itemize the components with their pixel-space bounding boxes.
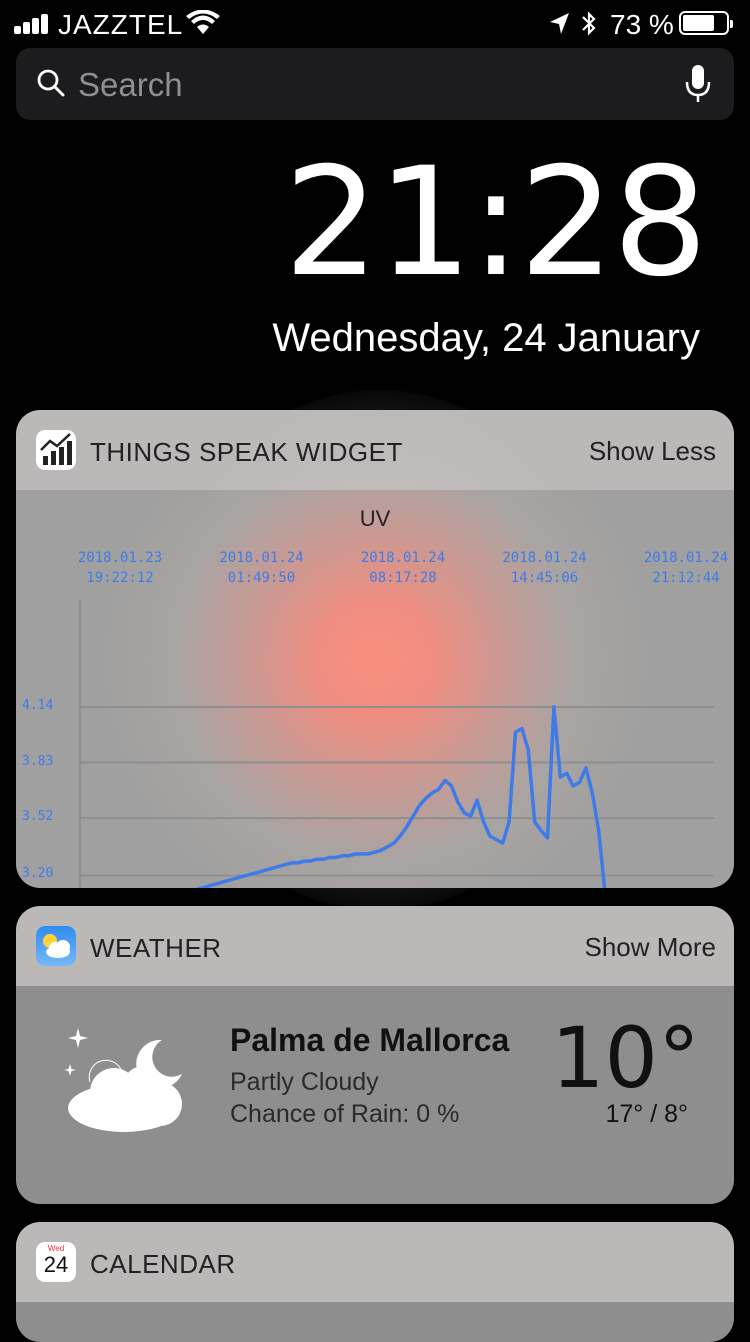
chart-app-icon [36,430,76,470]
battery-icon [679,11,733,35]
weather-widget: WEATHER Show More Palma de Mallorca Part… [16,906,734,1204]
weather-body[interactable]: Palma de Mallorca Partly Cloudy Chance o… [16,986,734,1204]
microphone-icon[interactable] [684,64,712,104]
weather-app-icon [36,926,76,966]
signal-icon [14,14,54,34]
bluetooth-icon [582,11,596,36]
weather-temperature: 10° [551,1009,700,1107]
calendar-icon-date: 24 [43,1252,69,1277]
weather-temp-range: 17° / 8° [605,1100,688,1128]
search-input[interactable]: Search [78,66,183,104]
show-more-button[interactable]: Show More [585,932,717,963]
wifi-icon [186,10,220,34]
location-arrow-icon [550,13,569,34]
search-bar[interactable]: Search [16,48,734,120]
partly-cloudy-night-icon [64,1028,182,1132]
carrier-name: JAZZTEL [58,9,184,40]
lock-time: 21:28 [283,136,708,310]
uv-chart: UV 2018.01.23 19:22:12 2018.01.24 01:49:50 2… [16,490,734,888]
widget-title: WEATHER [90,933,222,963]
uv-series-line [195,705,607,888]
widget-title: CALENDAR [90,1249,236,1279]
show-less-button[interactable]: Show Less [589,436,716,467]
weather-condition: Partly Cloudy [230,1068,379,1096]
calendar-app-icon: Wed 24 [36,1242,76,1282]
search-icon [37,69,65,97]
weather-rain-chance: Chance of Rain: 0 % [230,1100,460,1128]
calendar-body[interactable] [16,1302,734,1342]
calendar-widget: Wed 24 CALENDAR [16,1222,734,1342]
widget-header[interactable]: WEATHER Show More [16,906,734,986]
battery-percent: 73 % [610,9,674,40]
things-speak-widget: THINGS SPEAK WIDGET Show Less UV 2018.01… [16,410,734,888]
widget-header[interactable]: Wed 24 CALENDAR [16,1222,734,1302]
lock-date: Wednesday, 24 January [272,316,700,360]
status-bar: JAZZTEL 73 % [0,0,750,48]
weather-city: Palma de Mallorca [230,1022,510,1058]
widget-header[interactable]: THINGS SPEAK WIDGET Show Less [16,410,734,490]
chart-plot [79,600,714,888]
widget-title: THINGS SPEAK WIDGET [90,437,403,467]
